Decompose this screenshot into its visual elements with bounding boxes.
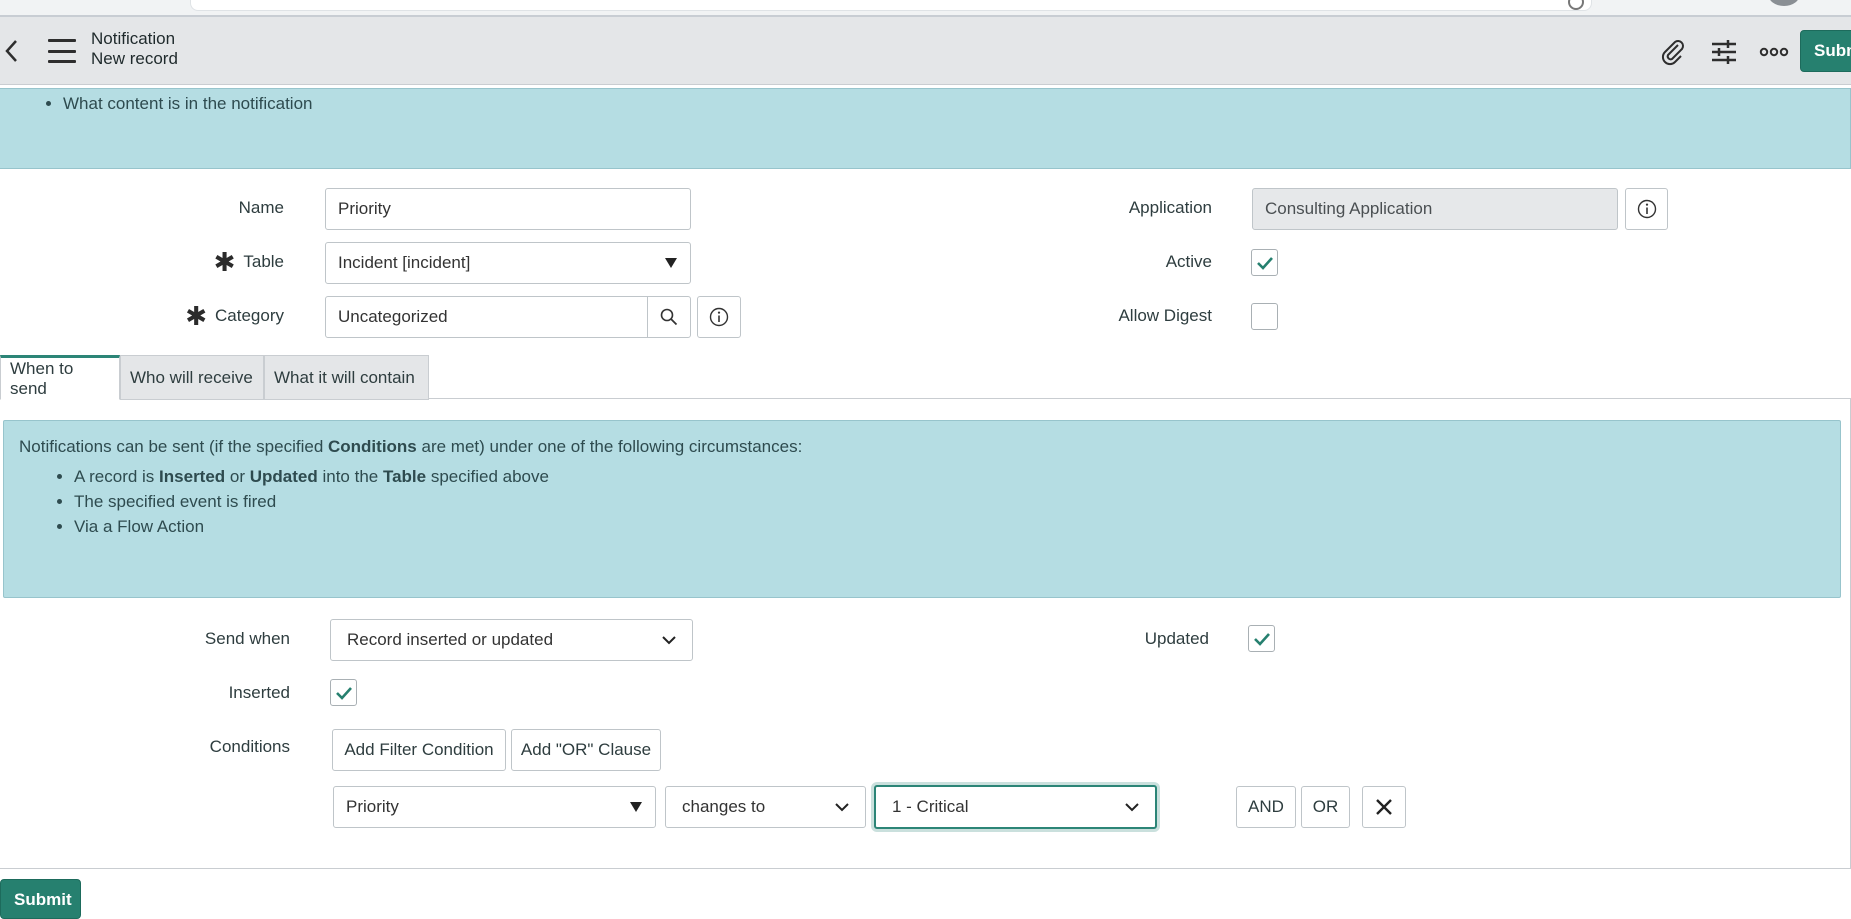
chevron-down-icon: [662, 635, 676, 644]
condition-value: 1 - Critical: [892, 797, 969, 816]
info-bullet: The specified event is fired: [74, 489, 1825, 514]
tab-what-it-will-contain[interactable]: What it will contain: [264, 355, 429, 400]
tab-when-to-send[interactable]: When to send: [0, 355, 120, 400]
tab-who-will-receive[interactable]: Who will receive: [120, 355, 264, 400]
paperclip-icon: [1661, 40, 1684, 66]
info-banner-top: What content is in the notification: [0, 88, 1851, 169]
chevron-down-icon: [835, 802, 849, 811]
condition-operator-value: changes to: [682, 797, 766, 816]
table-select[interactable]: Incident [incident]: [325, 242, 691, 284]
condition-operator-select[interactable]: changes to: [665, 786, 866, 828]
info-banner-when: Notifications can be sent (if the specif…: [3, 420, 1841, 598]
close-icon: [1376, 799, 1392, 815]
triangle-down-icon: [630, 802, 642, 812]
triangle-down-icon: [665, 258, 677, 268]
sliders-icon: [1712, 40, 1736, 64]
application-label: Application: [1128, 198, 1212, 217]
required-asterisk-icon: ✱: [213, 247, 236, 278]
form-header: Notification New record Subm: [0, 17, 1851, 85]
chevron-left-icon: [5, 40, 17, 62]
info-icon: [1637, 199, 1656, 219]
condition-field-value: Priority: [346, 797, 399, 816]
checkmark-icon: [1256, 256, 1273, 270]
send-when-value: Record inserted or updated: [347, 630, 554, 649]
search-icon: [660, 308, 678, 326]
inserted-label: Inserted: [228, 683, 290, 702]
send-when-select[interactable]: Record inserted or updated: [330, 619, 693, 661]
personalize-form-button[interactable]: [1709, 37, 1739, 67]
header-submit-button[interactable]: Subm: [1800, 30, 1851, 72]
back-button[interactable]: [0, 35, 22, 67]
send-when-label: Send when: [204, 629, 290, 648]
chevron-down-icon: [1125, 802, 1139, 811]
application-info-button[interactable]: [1625, 188, 1668, 230]
table-value: Incident [incident]: [338, 253, 471, 272]
allow-digest-checkbox[interactable]: [1251, 303, 1278, 330]
table-label: ✱ Table: [213, 247, 284, 278]
browser-toolbar: [0, 0, 1851, 17]
info-bullet: Via a Flow Action: [74, 514, 1825, 539]
application-field: Consulting Application: [1252, 188, 1618, 230]
category-label: ✱ Category: [185, 301, 284, 332]
submit-button[interactable]: Submit: [0, 879, 81, 919]
or-button[interactable]: OR: [1301, 786, 1350, 828]
updated-checkbox[interactable]: [1248, 625, 1275, 652]
info-list: A record is Inserted or Updated into the…: [19, 464, 1825, 539]
updated-label: Updated: [1144, 629, 1209, 648]
info-bullet: What content is in the notification: [63, 94, 1850, 114]
info-icon: [709, 307, 729, 327]
required-asterisk-icon: ✱: [185, 301, 208, 332]
menu-icon[interactable]: [48, 39, 76, 63]
checkmark-icon: [335, 686, 352, 700]
category-field[interactable]: Uncategorized: [325, 296, 648, 338]
add-or-clause-button[interactable]: Add "OR" Clause: [511, 729, 661, 771]
checkmark-icon: [1253, 632, 1270, 646]
info-intro: Notifications can be sent (if the specif…: [19, 437, 803, 456]
category-info-button[interactable]: [697, 296, 741, 338]
address-bar[interactable]: [190, 0, 1592, 11]
condition-field-select[interactable]: Priority: [333, 786, 656, 828]
more-options-button[interactable]: [1759, 37, 1789, 67]
name-field[interactable]: Priority: [325, 188, 691, 230]
delete-condition-button[interactable]: [1362, 786, 1406, 828]
active-checkbox[interactable]: [1251, 249, 1278, 276]
inserted-checkbox[interactable]: [330, 679, 357, 706]
page-subtitle: New record: [91, 49, 178, 68]
info-bullet: A record is Inserted or Updated into the…: [74, 464, 1825, 489]
and-button[interactable]: AND: [1236, 786, 1296, 828]
attachment-button[interactable]: [1658, 37, 1688, 67]
add-filter-condition-button[interactable]: Add Filter Condition: [332, 729, 506, 771]
allow-digest-label: Allow Digest: [1118, 306, 1212, 325]
condition-value-select[interactable]: 1 - Critical: [874, 785, 1157, 829]
page-title: Notification: [91, 29, 176, 48]
conditions-label: Conditions: [209, 737, 290, 756]
category-lookup-button[interactable]: [647, 296, 691, 338]
profile-avatar[interactable]: [1768, 0, 1800, 6]
tab-bar: When to send Who will receive What it wi…: [0, 355, 429, 400]
active-label: Active: [1165, 252, 1212, 271]
name-label: Name: [238, 198, 284, 217]
more-horizontal-icon: [1759, 47, 1789, 57]
